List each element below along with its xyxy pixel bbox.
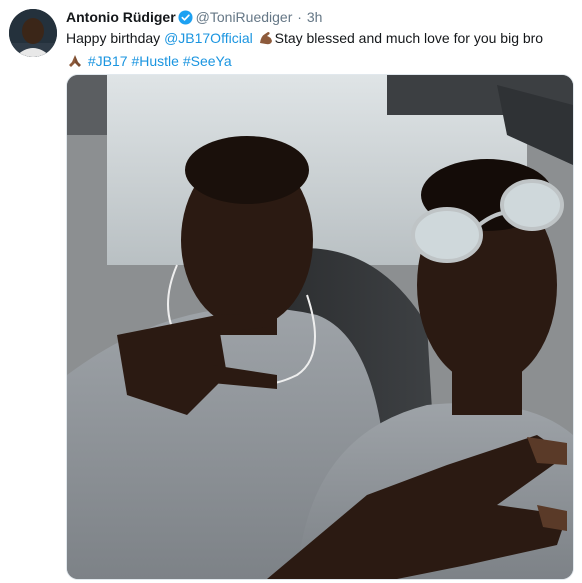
tweet-timestamp[interactable]: 3h <box>307 9 323 25</box>
author-name[interactable]: Antonio Rüdiger <box>66 9 176 25</box>
hashtag-link[interactable]: #SeeYa <box>183 53 232 69</box>
folded-hands-emoji <box>67 53 83 74</box>
tweet-header: Antonio Rüdiger @ToniRuediger · 3h <box>66 8 322 29</box>
separator-dot: · <box>297 9 302 25</box>
tweet-text: Happy birthday @JB17Official Stay blesse… <box>66 28 566 74</box>
flexed-biceps-emoji <box>258 30 274 51</box>
verified-badge-icon <box>178 10 193 29</box>
mention-link[interactable]: @JB17Official <box>164 30 253 46</box>
tweet-text-prefix: Happy birthday <box>66 30 161 46</box>
tweet-text-body: Stay blessed and much love for you big b… <box>274 30 544 46</box>
author-avatar[interactable] <box>9 9 57 57</box>
tweet-photo[interactable] <box>66 74 574 580</box>
hashtag-link[interactable]: #Hustle <box>131 53 178 69</box>
hashtag-link[interactable]: #JB17 <box>88 53 128 69</box>
author-handle[interactable]: @ToniRuediger <box>196 9 293 25</box>
